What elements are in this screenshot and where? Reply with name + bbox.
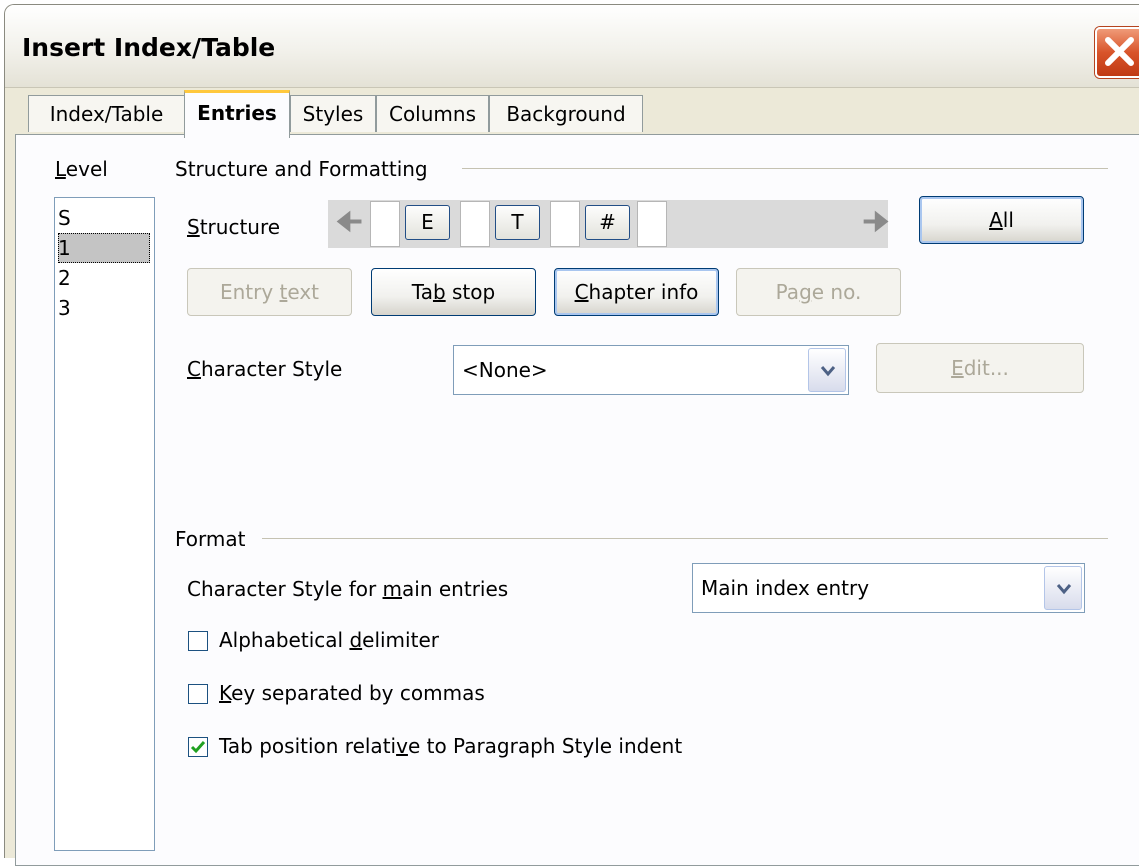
level-label: Level (55, 157, 108, 181)
chevron-down-icon (1056, 584, 1072, 595)
entry-text-button[interactable]: Entry text (187, 268, 352, 316)
dropdown-button[interactable] (808, 348, 846, 392)
character-style-value: <None> (462, 358, 548, 382)
level-item-1[interactable]: 1 (58, 233, 150, 263)
tab-stop-button[interactable]: Tab stop (371, 268, 536, 316)
group-divider (262, 538, 1108, 539)
title-bar[interactable]: Insert Index/Table (5, 5, 1139, 88)
structure-slot[interactable] (550, 201, 580, 247)
structure-slot[interactable] (460, 201, 490, 247)
entry-token[interactable]: E (405, 205, 450, 240)
tab-columns[interactable]: Columns (376, 95, 489, 132)
close-button[interactable] (1095, 27, 1139, 78)
tab-index-table[interactable]: Index/Table (28, 95, 185, 132)
tab-entries[interactable]: Entries (184, 90, 290, 138)
scroll-right-icon[interactable]: 🠊 (857, 200, 895, 248)
structure-formatting-heading: Structure and Formatting (175, 157, 428, 181)
page-number-token[interactable]: # (585, 205, 630, 240)
character-style-select[interactable]: <None> (453, 345, 849, 395)
scroll-left-icon[interactable]: 🠈 (330, 200, 368, 248)
main-entries-value: Main index entry (701, 576, 870, 600)
tab-styles[interactable]: Styles (290, 95, 376, 132)
chevron-down-icon (820, 366, 836, 377)
dialog-title: Insert Index/Table (22, 33, 276, 62)
key-separated-checkbox[interactable] (188, 684, 208, 704)
structure-label: Structure (187, 215, 281, 239)
character-style-label: Character Style (187, 357, 343, 381)
page-no-button[interactable]: Page no. (736, 268, 901, 316)
key-separated-label: Key separated by commas (219, 681, 485, 705)
structure-slot[interactable] (370, 201, 400, 247)
all-button[interactable]: All (919, 196, 1084, 244)
level-list[interactable]: S 1 2 3 (54, 197, 155, 851)
level-item-s[interactable]: S (58, 203, 150, 233)
tab-background[interactable]: Background (489, 95, 643, 132)
structure-slot[interactable] (637, 201, 667, 247)
main-entries-label: Character Style for main entries (187, 577, 509, 601)
main-entries-select[interactable]: Main index entry (692, 563, 1085, 613)
group-divider (462, 168, 1108, 169)
dropdown-button[interactable] (1044, 566, 1082, 610)
tab-position-label: Tab position relative to Paragraph Style… (219, 734, 683, 758)
alphabetical-delimiter-label: Alphabetical delimiter (219, 628, 439, 652)
format-heading: Format (175, 527, 246, 551)
check-icon (190, 741, 206, 754)
level-item-3[interactable]: 3 (58, 293, 150, 323)
edit-button[interactable]: Edit... (876, 343, 1084, 393)
close-icon (1105, 37, 1134, 66)
chapter-info-button[interactable]: Chapter info (554, 268, 719, 316)
level-item-2[interactable]: 2 (58, 263, 150, 293)
tab-position-checkbox[interactable] (188, 737, 208, 757)
alphabetical-delimiter-checkbox[interactable] (188, 631, 208, 651)
tab-token[interactable]: T (495, 205, 540, 240)
